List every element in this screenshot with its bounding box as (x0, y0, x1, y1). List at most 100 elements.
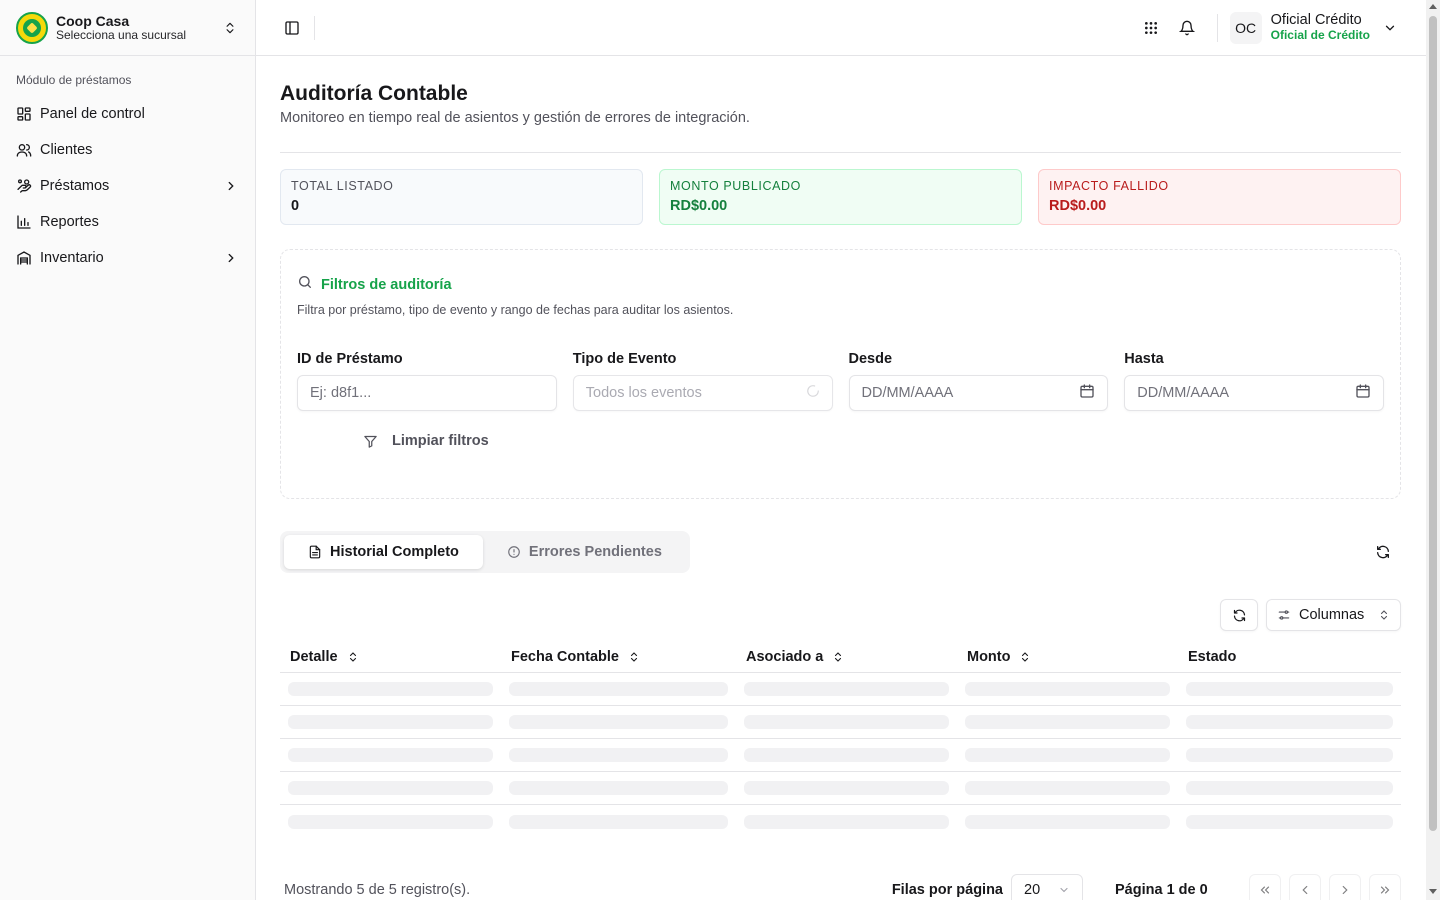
table-header: Detalle Fecha Contable Asociado a Monto … (280, 641, 1401, 673)
rows-per-page-select[interactable]: 20 (1011, 874, 1083, 900)
bell-icon (1178, 20, 1195, 35)
table-body (280, 673, 1401, 838)
sidebar-item-label: Panel de control (40, 106, 145, 122)
previous-page-button[interactable] (1289, 874, 1321, 900)
tab-pending-errors[interactable]: Errores Pendientes (483, 535, 686, 569)
to-date-placeholder: DD/MM/AAAA (1137, 385, 1230, 401)
event-type-placeholder: Todos los eventos (585, 385, 702, 401)
column-header-label: Detalle (290, 648, 338, 665)
loan-id-input[interactable]: Ej: d8f1... (297, 375, 557, 411)
column-header-label: Asociado a (746, 648, 824, 665)
column-header-status: Estado (1178, 649, 1401, 665)
column-header-label: Fecha Contable (511, 648, 619, 665)
skeleton-cell (744, 682, 949, 696)
event-type-select[interactable]: Todos los eventos (572, 375, 833, 411)
first-page-button[interactable] (1249, 874, 1281, 900)
calendar-icon[interactable] (1079, 383, 1095, 403)
columns-button[interactable]: Columnas (1266, 599, 1401, 631)
column-header-amount[interactable]: Monto (957, 649, 1178, 665)
skeleton-cell (288, 781, 493, 795)
tab-label: Historial Completo (330, 544, 459, 560)
skeleton-cell (965, 682, 1170, 696)
scroll-up-arrow-icon[interactable] (1429, 4, 1437, 9)
column-header-accounting-date[interactable]: Fecha Contable (501, 649, 736, 665)
tab-label: Errores Pendientes (528, 544, 662, 560)
sidebar-item-reports[interactable]: Reportes (8, 204, 247, 240)
chevrons-left-icon (1260, 886, 1270, 894)
next-page-button[interactable] (1329, 874, 1361, 900)
to-date-input[interactable]: DD/MM/AAAA (1124, 375, 1384, 411)
column-header-label: Estado (1188, 648, 1237, 665)
chevron-right-icon (223, 250, 239, 266)
stat-published-amount: MONTO PUBLICADO RD$0.00 (659, 169, 1022, 225)
sliders-icon (1278, 610, 1290, 620)
top-bar: OC Oficial Crédito Oficial de Crédito (256, 0, 1426, 56)
main-content: Auditoría Contable Monitoreo en tiempo r… (280, 56, 1401, 900)
event-type-label: Tipo de Evento (572, 351, 677, 367)
column-header-detail[interactable]: Detalle (280, 649, 501, 665)
sidebar-item-clients[interactable]: Clientes (8, 132, 247, 168)
stat-label: IMPACTO FALLIDO (1049, 179, 1169, 193)
column-header-associated[interactable]: Asociado a (736, 649, 957, 665)
avatar: OC (1229, 11, 1262, 44)
refresh-button[interactable] (1365, 534, 1401, 570)
sidebar-item-inventory[interactable]: Inventario (8, 240, 247, 276)
table-row-skeleton (280, 739, 1401, 772)
sidebar-item-label: Inventario (40, 250, 104, 266)
brand-title: Coop Casa (56, 12, 130, 29)
scroll-down-arrow-icon[interactable] (1429, 889, 1437, 894)
tab-full-history[interactable]: Historial Completo (284, 535, 483, 569)
branch-switcher[interactable]: Coop Casa Selecciona una sucursal (0, 0, 255, 56)
last-page-button[interactable] (1369, 874, 1401, 900)
dashboard-icon (16, 106, 32, 122)
chevrons-up-down-icon (1380, 610, 1388, 620)
stat-value: RD$0.00 (670, 198, 728, 214)
file-text-icon (308, 545, 322, 559)
skeleton-cell (1186, 748, 1393, 762)
page-indicator: Página 1 de 0 (1115, 882, 1208, 898)
skeleton-cell (1186, 715, 1393, 729)
skeleton-cell (509, 682, 728, 696)
loan-id-placeholder: Ej: d8f1... (310, 385, 372, 401)
page-header: Auditoría Contable Monitoreo en tiempo r… (280, 56, 1401, 153)
table-refresh-button[interactable] (1220, 599, 1258, 631)
table-row-skeleton (280, 673, 1401, 706)
sidebar-item-dashboard[interactable]: Panel de control (8, 96, 247, 132)
page-scrollbar[interactable] (1426, 0, 1440, 900)
sidebar-item-loans[interactable]: Préstamos (8, 168, 247, 204)
rows-per-page-value: 20 (1024, 882, 1041, 898)
calendar-icon[interactable] (1355, 383, 1371, 403)
table-row-skeleton (280, 805, 1401, 838)
stat-failed-impact: IMPACTO FALLIDO RD$0.00 (1038, 169, 1401, 225)
audit-tabs: Historial Completo Errores Pendientes (280, 531, 690, 573)
stat-total-listed: TOTAL LISTADO 0 (280, 169, 643, 225)
clear-filters-button[interactable]: Limpiar filtros (363, 433, 1384, 449)
apps-grid-button[interactable] (1133, 10, 1169, 46)
chart-icon (16, 214, 32, 230)
refresh-icon (1233, 609, 1245, 621)
column-header-label: Monto (967, 648, 1011, 665)
stat-label: TOTAL LISTADO (291, 179, 394, 193)
columns-label: Columnas (1299, 607, 1365, 623)
sort-icon (627, 650, 641, 664)
skeleton-cell (965, 715, 1170, 729)
scroll-thumb[interactable] (1429, 16, 1437, 831)
skeleton-cell (1186, 682, 1393, 696)
sidebar-toggle-button[interactable] (278, 14, 306, 42)
loading-spinner-icon (806, 384, 820, 402)
table-row-skeleton (280, 772, 1401, 805)
user-menu[interactable]: OC Oficial Crédito Oficial de Crédito (1216, 11, 1398, 44)
users-icon (16, 142, 32, 158)
skeleton-cell (509, 781, 728, 795)
skeleton-cell (288, 748, 493, 762)
summary-stats: TOTAL LISTADO 0 MONTO PUBLICADO RD$0.00 … (280, 169, 1401, 225)
skeleton-cell (744, 814, 949, 829)
skeleton-cell (965, 781, 1170, 795)
loan-id-label: ID de Préstamo (297, 351, 403, 367)
refresh-icon (1377, 545, 1389, 559)
stat-label: MONTO PUBLICADO (670, 179, 802, 193)
from-date-input[interactable]: DD/MM/AAAA (848, 375, 1109, 411)
divider (314, 15, 315, 40)
notifications-button[interactable] (1169, 10, 1205, 46)
table-row-skeleton (280, 706, 1401, 739)
